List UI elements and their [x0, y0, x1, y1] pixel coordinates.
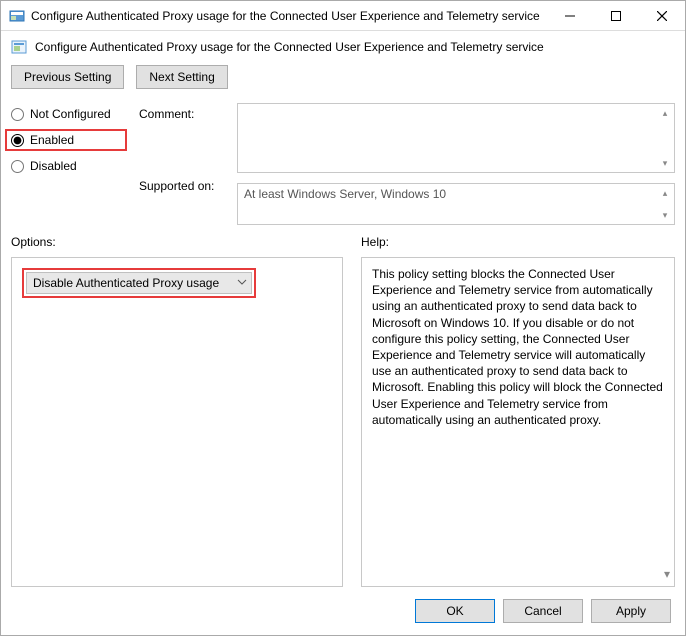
nav-row: Previous Setting Next Setting [1, 65, 685, 103]
help-text: This policy setting blocks the Connected… [372, 267, 663, 427]
field-values: ▴ ▾ At least Windows Server, Windows 10 … [237, 103, 675, 225]
supported-label: Supported on: [139, 173, 219, 193]
comment-textarea[interactable]: ▴ ▾ [237, 103, 675, 173]
scroll-down-icon: ▾ [658, 208, 672, 222]
scroll-down-icon: ▾ [664, 566, 670, 582]
maximize-button[interactable] [593, 1, 639, 31]
scroll-up-icon: ▴ [658, 186, 672, 200]
supported-on-text: At least Windows Server, Windows 10 [244, 187, 446, 201]
window-title: Configure Authenticated Proxy usage for … [31, 9, 547, 23]
chevron-down-icon [237, 276, 247, 290]
next-setting-button[interactable]: Next Setting [136, 65, 227, 89]
options-dropdown[interactable]: Disable Authenticated Proxy usage [26, 272, 252, 294]
previous-setting-button[interactable]: Previous Setting [11, 65, 124, 89]
ok-button[interactable]: OK [415, 599, 495, 623]
options-label: Options: [11, 235, 343, 257]
field-labels: Comment: Supported on: [139, 103, 219, 225]
policy-icon [11, 39, 27, 55]
close-button[interactable] [639, 1, 685, 31]
titlebar: Configure Authenticated Proxy usage for … [1, 1, 685, 31]
dialog-window: Configure Authenticated Proxy usage for … [0, 0, 686, 636]
radio-not-configured-input[interactable] [11, 108, 24, 121]
app-icon [9, 8, 25, 24]
lower-area: Options: Disable Authenticated Proxy usa… [1, 235, 685, 587]
help-label: Help: [361, 235, 675, 257]
radio-not-configured[interactable]: Not Configured [11, 107, 121, 121]
supported-on-box: At least Windows Server, Windows 10 ▴ ▾ [237, 183, 675, 225]
policy-title-text: Configure Authenticated Proxy usage for … [35, 40, 544, 54]
apply-button[interactable]: Apply [591, 599, 671, 623]
radio-enabled-input[interactable] [11, 134, 24, 147]
options-dropdown-value: Disable Authenticated Proxy usage [33, 276, 219, 290]
minimize-button[interactable] [547, 1, 593, 31]
help-panel: This policy setting blocks the Connected… [361, 257, 675, 587]
cancel-button[interactable]: Cancel [503, 599, 583, 623]
comment-label: Comment: [139, 103, 219, 173]
radio-disabled-input[interactable] [11, 160, 24, 173]
dialog-footer: OK Cancel Apply [1, 587, 685, 635]
radio-disabled[interactable]: Disabled [11, 159, 121, 173]
help-column: Help: This policy setting blocks the Con… [361, 235, 675, 587]
radio-enabled-label: Enabled [30, 133, 74, 147]
radio-enabled[interactable]: Enabled [5, 129, 127, 151]
radio-disabled-label: Disabled [30, 159, 77, 173]
scroll-down-icon: ▾ [658, 156, 672, 170]
scroll-up-icon: ▴ [658, 106, 672, 120]
config-area: Not Configured Enabled Disabled Comment:… [1, 103, 685, 235]
policy-header: Configure Authenticated Proxy usage for … [1, 31, 685, 65]
options-panel: Disable Authenticated Proxy usage [11, 257, 343, 587]
options-dropdown-highlight: Disable Authenticated Proxy usage [22, 268, 256, 298]
options-column: Options: Disable Authenticated Proxy usa… [11, 235, 343, 587]
radio-not-configured-label: Not Configured [30, 107, 111, 121]
state-radio-group: Not Configured Enabled Disabled [11, 103, 121, 225]
